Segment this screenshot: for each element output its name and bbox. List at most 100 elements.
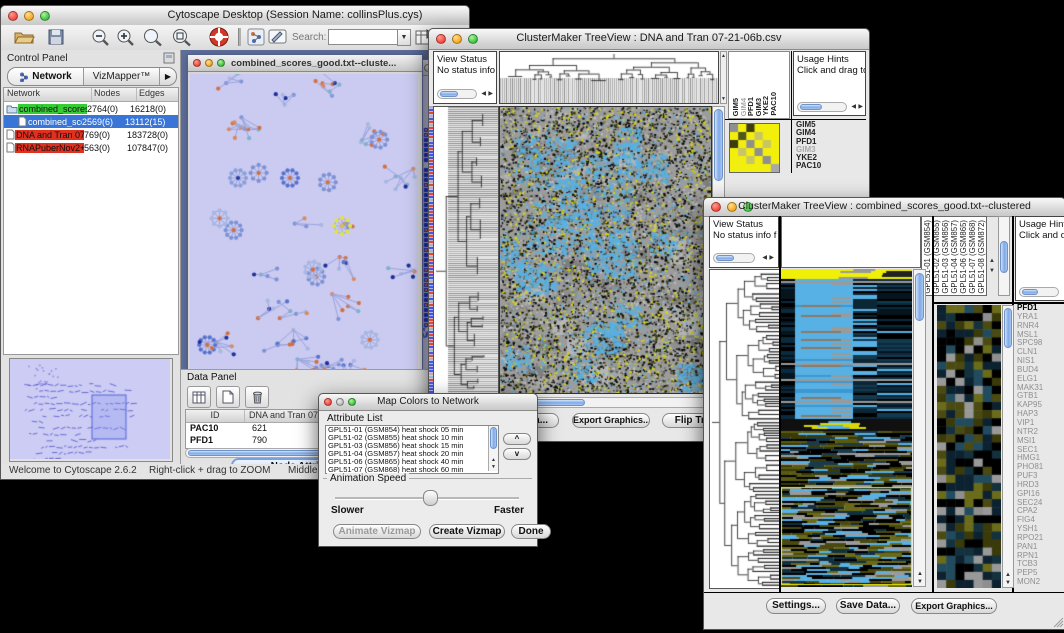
create-vizmap-button[interactable]: Create Vizmap <box>429 524 505 539</box>
tv2-gene-label[interactable]: PUF3 <box>1017 472 1063 481</box>
tv2-vscrollbar[interactable]: ▲ ▼ <box>913 269 926 587</box>
zoom-in-icon[interactable] <box>116 28 136 47</box>
speed-slider-thumb[interactable] <box>423 490 438 506</box>
network-overview-canvas[interactable] <box>10 359 170 459</box>
frame1-minimize-button[interactable] <box>205 59 213 67</box>
tv2-gene-label[interactable]: PHO81 <box>1017 463 1063 472</box>
tv2-zoom-scrollbar[interactable]: ▲ ▼ <box>1002 305 1014 588</box>
scroll-left-icon[interactable]: ◀ <box>762 255 767 261</box>
tv1-status-scroll-thumb[interactable] <box>440 91 458 97</box>
float-panel-icon[interactable] <box>163 52 175 64</box>
scroll-down-icon[interactable]: ▼ <box>917 579 923 585</box>
tv1-hscroll-thumb[interactable] <box>530 399 585 406</box>
tv1-gene-label[interactable]: PAC10 <box>796 162 862 170</box>
scroll-down-icon[interactable]: ▼ <box>721 96 726 102</box>
col-header-edges[interactable]: Edges <box>137 88 178 101</box>
zoom-selected-icon[interactable] <box>171 28 193 47</box>
save-session-button[interactable] <box>47 28 65 46</box>
tv1-top-dendrogram[interactable] <box>499 51 719 104</box>
tv1-mini-scroll-strip[interactable]: ▲ ▼ <box>720 51 727 104</box>
annotation-icon[interactable] <box>268 28 288 46</box>
scroll-left-icon[interactable]: ◀ <box>481 91 486 97</box>
tv2-gene-label[interactable]: FIG4 <box>1017 516 1063 525</box>
tv2-gene-label[interactable]: GPI16 <box>1017 490 1063 499</box>
tv2-gene-label[interactable]: NTR2 <box>1017 428 1063 437</box>
tv2-heatmap[interactable] <box>781 269 912 587</box>
search-input[interactable] <box>328 29 400 45</box>
tv2-export-graphics-button[interactable]: Export Graphics... <box>911 598 997 614</box>
scroll-down-icon[interactable]: ▼ <box>491 464 496 470</box>
tv1-gene-label[interactable]: PFD1 <box>796 138 862 146</box>
move-up-button[interactable]: ^ <box>503 433 531 445</box>
tv1-row-dendrogram[interactable] <box>433 106 499 394</box>
tv2-labels-scrollbar[interactable] <box>998 216 1010 296</box>
tv1-gene-label[interactable]: YKE2 <box>796 154 862 162</box>
treeview1-titlebar[interactable]: ClusterMaker TreeView : DNA and Tran 07-… <box>429 29 869 50</box>
tv2-col-label[interactable]: GPL51-08 (GSM872) <box>977 220 986 294</box>
main-titlebar[interactable]: Cytoscape Desktop (Session Name: collins… <box>1 6 469 26</box>
network-tree-row[interactable]: RNAPuberNov2+| 563(0) 107847(0) <box>4 141 178 154</box>
tv2-gene-label[interactable]: RNR4 <box>1017 322 1063 331</box>
tv2-gene-label[interactable]: NIS1 <box>1017 357 1063 366</box>
tv2-gene-label[interactable]: PFD1 <box>1017 304 1063 313</box>
tv2-gene-label[interactable]: HRD3 <box>1017 481 1063 490</box>
tv1-col-label[interactable]: GIM5 <box>731 98 739 116</box>
tv2-row-dendrogram[interactable] <box>709 269 780 589</box>
tv2-gene-label[interactable]: YSH1 <box>1017 525 1063 534</box>
tv2-gene-label[interactable]: SEC1 <box>1017 446 1063 455</box>
scroll-down-icon[interactable]: ▼ <box>989 268 995 274</box>
scroll-up-icon[interactable]: ▲ <box>1005 572 1011 578</box>
tv2-gene-label[interactable]: MSI1 <box>1017 437 1063 446</box>
tv2-gene-label[interactable]: TCB3 <box>1017 560 1063 569</box>
zoom-fit-icon[interactable] <box>142 28 164 47</box>
tv2-status-scrollbar[interactable] <box>713 253 755 263</box>
tab-vizmapper[interactable]: VizMapper™ <box>84 68 159 85</box>
network-frame-1[interactable]: combined_scores_good.txt--cluste... <box>187 54 423 369</box>
frame1-titlebar[interactable]: combined_scores_good.txt--cluste... <box>188 55 422 72</box>
scroll-down-icon[interactable]: ▼ <box>1005 580 1011 586</box>
frame1-zoom-button[interactable] <box>217 59 225 67</box>
animate-vizmap-button[interactable]: Animate Vizmap <box>333 524 421 539</box>
delete-attribute-trash-icon[interactable] <box>245 386 269 408</box>
tv2-gene-label[interactable]: VIP1 <box>1017 419 1063 428</box>
col-header-network[interactable]: Network <box>4 88 92 101</box>
tv2-zoom-heatmap[interactable] <box>937 305 1001 588</box>
tv2-gene-label[interactable]: BUD4 <box>1017 366 1063 375</box>
tv2-gene-label[interactable]: PAN1 <box>1017 543 1063 552</box>
tv2-gene-label[interactable]: CPA2 <box>1017 507 1063 516</box>
scroll-right-icon[interactable]: ▶ <box>858 104 863 110</box>
tv1-col-label[interactable]: PAC10 <box>769 92 777 116</box>
tv2-top-dendrogram[interactable] <box>781 216 921 268</box>
tv2-gene-label[interactable]: GTB1 <box>1017 392 1063 401</box>
tv2-col-label[interactable]: GPL51-03 (GSM856) <box>941 220 950 294</box>
scroll-up-icon[interactable]: ▲ <box>491 457 496 463</box>
network-tree-row[interactable]: combined_sco 2569(6) 13112(15) <box>4 115 178 128</box>
tv2-zoom-scroll-thumb[interactable] <box>1004 308 1012 348</box>
tv2-gene-label[interactable]: KAP95 <box>1017 401 1063 410</box>
tv2-col-label[interactable]: GPL51-06 (GSM865) <box>959 220 968 294</box>
tv1-gene-label[interactable]: GIM3 <box>796 146 862 154</box>
search-dropdown-button[interactable]: ▼ <box>397 29 411 46</box>
col-header-nodes[interactable]: Nodes <box>92 88 137 101</box>
tv2-save-data-button[interactable]: Save Data... <box>836 598 900 614</box>
attribute-list-scrollbar[interactable]: ▲ ▼ <box>488 426 498 471</box>
tv1-export-graphics-button[interactable]: Export Graphics... <box>572 413 650 428</box>
tv2-gene-label[interactable]: RPO21 <box>1017 534 1063 543</box>
tv2-gene-label[interactable]: MAK31 <box>1017 384 1063 393</box>
frame1-close-button[interactable] <box>193 59 201 67</box>
scroll-right-icon[interactable]: ▶ <box>488 91 493 97</box>
attribute-select-icon[interactable] <box>187 386 211 408</box>
tv2-hints-scrollbar[interactable] <box>1019 287 1059 297</box>
tv1-heatmap[interactable] <box>499 106 712 394</box>
scroll-up-icon[interactable]: ▲ <box>721 53 726 59</box>
tv2-labels-scroll-thumb[interactable] <box>1000 241 1008 273</box>
done-button[interactable]: Done <box>511 524 551 539</box>
tv2-status-scroll-thumb[interactable] <box>716 255 734 261</box>
zoom-out-icon[interactable] <box>91 28 111 47</box>
scroll-right-icon[interactable]: ▶ <box>769 255 774 261</box>
scroll-up-icon[interactable]: ▲ <box>917 571 923 577</box>
tv2-settings-button[interactable]: Settings... <box>766 598 826 614</box>
scroll-up-icon[interactable]: ▲ <box>989 258 995 264</box>
resize-grip[interactable] <box>1052 616 1064 628</box>
tv1-col-label[interactable]: PFD1 <box>746 97 754 116</box>
